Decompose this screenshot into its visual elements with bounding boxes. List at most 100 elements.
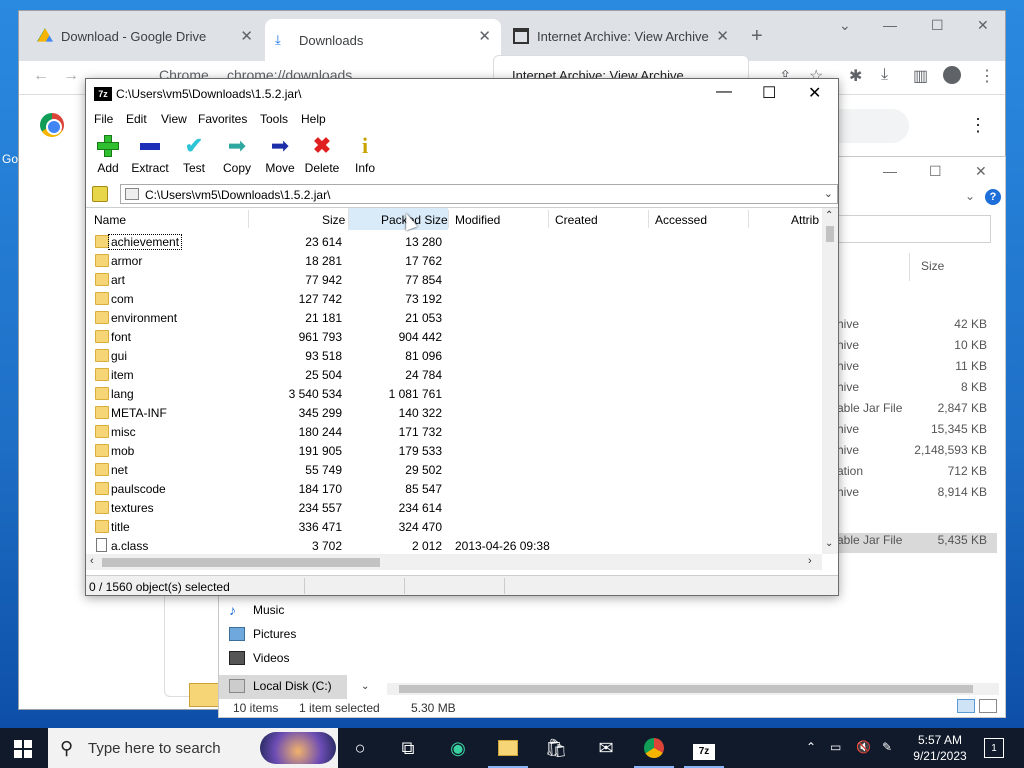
up-folder-icon[interactable] bbox=[92, 186, 108, 202]
nav-item-pictures[interactable]: Pictures bbox=[253, 627, 296, 641]
list-item[interactable]: hive 11 KB bbox=[837, 359, 997, 379]
menu-favorites[interactable]: Favorites bbox=[198, 112, 247, 126]
downloads-menu-icon[interactable]: ⋮ bbox=[969, 115, 987, 136]
extensions-icon[interactable]: ✱ bbox=[849, 66, 862, 86]
table-row[interactable]: misc 180 244 171 732 bbox=[86, 422, 822, 441]
mail-icon[interactable]: ✉ bbox=[594, 736, 618, 760]
tab-google-drive[interactable]: Download - Google Drive ✕ bbox=[27, 19, 263, 53]
network-icon[interactable]: ▭ bbox=[830, 740, 841, 754]
profile-avatar[interactable] bbox=[943, 66, 961, 84]
menu-edit[interactable]: Edit bbox=[126, 112, 147, 126]
table-row[interactable]: font 961 793 904 442 bbox=[86, 327, 822, 346]
table-row[interactable]: textures 234 557 234 614 bbox=[86, 498, 822, 517]
task-view-icon[interactable]: ⧉ bbox=[396, 736, 420, 760]
tiles-view-icon[interactable] bbox=[979, 699, 997, 713]
tab-search-icon[interactable]: ⌄ bbox=[839, 17, 851, 34]
table-row[interactable]: gui 93 518 81 096 bbox=[86, 346, 822, 365]
table-row[interactable]: armor 18 281 17 762 bbox=[86, 251, 822, 270]
table-row[interactable]: environment 21 181 21 053 bbox=[86, 308, 822, 327]
7zip-taskbar-icon[interactable]: 7z bbox=[684, 736, 724, 768]
cortana-icon[interactable]: ○ bbox=[348, 736, 372, 760]
list-item-selected[interactable]: able Jar File 5,435 KB bbox=[837, 533, 997, 553]
back-icon[interactable]: ← bbox=[33, 67, 49, 85]
maximize-icon[interactable]: ☐ bbox=[931, 17, 944, 34]
menu-file[interactable]: File bbox=[94, 112, 113, 126]
volume-icon[interactable]: 🔇 bbox=[856, 740, 871, 754]
windows-start-icon[interactable] bbox=[14, 740, 32, 758]
close-icon[interactable]: ✕ bbox=[975, 163, 987, 180]
menu-view[interactable]: View bbox=[161, 112, 187, 126]
close-tab-icon[interactable]: ✕ bbox=[240, 27, 253, 45]
nav-item-videos[interactable]: Videos bbox=[253, 651, 289, 665]
table-row[interactable]: art 77 942 77 854 bbox=[86, 270, 822, 289]
maximize-icon[interactable]: ☐ bbox=[929, 163, 942, 180]
list-item[interactable]: ation 712 KB bbox=[837, 464, 997, 484]
close-icon[interactable]: ✕ bbox=[977, 17, 989, 34]
vertical-scrollbar[interactable]: ⌃ ⌄ bbox=[822, 208, 838, 554]
chrome-taskbar-icon[interactable] bbox=[634, 736, 674, 768]
forward-icon[interactable]: → bbox=[63, 67, 79, 85]
edge-icon[interactable]: ◉ bbox=[446, 736, 470, 760]
list-item[interactable]: hive 15,345 KB bbox=[837, 422, 997, 442]
column-attrib[interactable]: Attrib bbox=[791, 213, 819, 227]
tab-internet-archive[interactable]: Internet Archive: View Archive ✕ bbox=[503, 19, 739, 53]
list-item[interactable]: hive 8 KB bbox=[837, 380, 997, 400]
list-item[interactable]: able Jar File 2,847 KB bbox=[837, 401, 997, 421]
column-name[interactable]: Name bbox=[94, 213, 126, 227]
scroll-up-icon[interactable]: ⌃ bbox=[825, 210, 833, 221]
table-row[interactable]: com 127 742 73 192 bbox=[86, 289, 822, 308]
file-explorer-icon[interactable] bbox=[488, 736, 528, 768]
minimize-icon[interactable]: — bbox=[883, 163, 897, 179]
column-accessed[interactable]: Accessed bbox=[655, 213, 707, 227]
table-row[interactable]: net 55 749 29 502 bbox=[86, 460, 822, 479]
side-panel-icon[interactable]: ▥ bbox=[913, 66, 928, 86]
new-tab-icon[interactable]: + bbox=[751, 25, 763, 48]
nav-item-music[interactable]: Music bbox=[253, 603, 284, 617]
scrollbar-thumb[interactable] bbox=[102, 558, 380, 567]
delete-button[interactable]: ✖ Delete bbox=[302, 133, 342, 179]
store-icon[interactable]: 🛍 bbox=[544, 736, 568, 760]
horizontal-scrollbar[interactable]: ‹ › bbox=[86, 554, 822, 570]
path-combobox[interactable]: C:\Users\vm5\Downloads\1.5.2.jar\ ⌄ bbox=[120, 184, 838, 204]
help-icon[interactable]: ? bbox=[985, 189, 1001, 205]
chevron-down-icon[interactable]: ⌄ bbox=[965, 189, 975, 203]
system-clock[interactable]: 5:57 AM 9/21/2023 bbox=[908, 732, 972, 764]
scroll-right-icon[interactable]: › bbox=[808, 555, 812, 567]
table-row[interactable]: lang 3 540 534 1 081 761 bbox=[86, 384, 822, 403]
details-view-icon[interactable] bbox=[957, 699, 975, 713]
column-created[interactable]: Created bbox=[555, 213, 598, 227]
extract-button[interactable]: Extract bbox=[130, 133, 170, 179]
list-item[interactable]: hive 10 KB bbox=[837, 338, 997, 358]
notification-center-icon[interactable]: 1 bbox=[984, 738, 1004, 758]
table-row[interactable]: mob 191 905 179 533 bbox=[86, 441, 822, 460]
search-input[interactable] bbox=[835, 215, 991, 243]
desktop-icon-label[interactable]: Go bbox=[2, 152, 18, 166]
minimize-icon[interactable]: — bbox=[883, 17, 897, 33]
list-item[interactable]: hive 2,148,593 KB bbox=[837, 443, 997, 463]
close-tab-icon[interactable]: ✕ bbox=[716, 27, 729, 45]
download-icon[interactable]: ⤓ bbox=[881, 66, 888, 84]
close-icon[interactable]: ✕ bbox=[808, 83, 821, 103]
copy-button[interactable]: ➡ Copy bbox=[217, 133, 257, 179]
move-button[interactable]: ➡ Move bbox=[260, 133, 300, 179]
taskbar-search[interactable]: ⚲ Type here to search bbox=[48, 728, 338, 768]
scrollbar-thumb[interactable] bbox=[399, 685, 973, 693]
menu-icon[interactable]: ⋮ bbox=[979, 66, 995, 86]
list-item[interactable]: hive 42 KB bbox=[837, 317, 997, 337]
add-button[interactable]: Add bbox=[88, 133, 128, 179]
horizontal-scrollbar[interactable] bbox=[387, 683, 999, 695]
info-button[interactable]: i Info bbox=[345, 133, 385, 179]
scroll-left-icon[interactable]: ‹ bbox=[90, 555, 94, 567]
size-column-header[interactable]: Size bbox=[921, 259, 944, 273]
close-tab-icon[interactable]: ✕ bbox=[478, 27, 491, 45]
column-modified[interactable]: Modified bbox=[455, 213, 500, 227]
table-row[interactable]: title 336 471 324 470 bbox=[86, 517, 822, 536]
list-item[interactable]: hive 8,914 KB bbox=[837, 485, 997, 505]
scroll-down-icon[interactable]: ⌄ bbox=[361, 681, 369, 692]
column-size[interactable]: Size bbox=[322, 213, 345, 227]
nav-item-local-disk[interactable]: Local Disk (C:) bbox=[253, 679, 332, 693]
table-row[interactable]: achievement 23 614 13 280 bbox=[86, 232, 822, 251]
tab-downloads[interactable]: ⤓ Downloads ✕ bbox=[265, 19, 501, 61]
table-row[interactable]: a.class 3 702 2 012 2013-04-26 09:38 bbox=[86, 536, 822, 555]
show-hidden-icons-icon[interactable]: ⌃ bbox=[806, 740, 816, 754]
